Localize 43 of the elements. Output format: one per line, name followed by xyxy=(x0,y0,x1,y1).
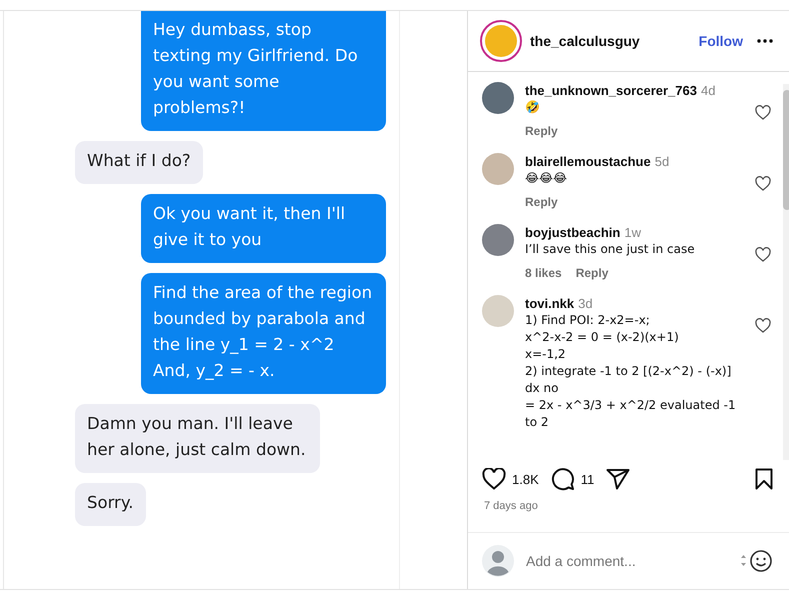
comment-text: 😂😂😂 xyxy=(525,170,568,187)
heart-icon[interactable] xyxy=(755,318,771,333)
bookmark-icon[interactable] xyxy=(755,468,773,490)
comment-text: 🤣 xyxy=(525,99,541,116)
reply-link[interactable]: Reply xyxy=(576,265,608,282)
received-message: Sorry. xyxy=(75,483,146,526)
comment-field[interactable]: Add a comment... xyxy=(524,552,729,570)
heart-icon[interactable] xyxy=(755,247,771,262)
sent-message: Hey dumbass, stop texting my Girlfriend. Do you want some problems?! xyxy=(141,11,386,131)
reply-link[interactable]: Reply xyxy=(525,194,558,211)
comment-username[interactable]: boyjustbeachin xyxy=(525,225,620,240)
comment-text: I’ll save this one just in case xyxy=(525,241,696,258)
profile-avatar[interactable] xyxy=(480,20,522,62)
post-time: 7 days ago xyxy=(483,499,539,514)
follow-button[interactable]: Follow xyxy=(698,33,743,49)
username[interactable]: the_calculusguy xyxy=(530,33,699,49)
heart-icon[interactable] xyxy=(755,176,771,191)
avatar-photo[interactable] xyxy=(482,224,514,256)
comment-likes[interactable]: 8 likes xyxy=(525,265,562,282)
reply-link[interactable]: Reply xyxy=(525,123,558,140)
send-icon[interactable] xyxy=(606,468,630,490)
sent-message: Find the area of the region bounded by parabola and the line y_1 = 2 - x^2 And, y_2 = - x. xyxy=(141,273,386,394)
received-message: What if I do? xyxy=(75,141,203,184)
comment-time: 3d xyxy=(578,296,593,311)
avatar-photo[interactable] xyxy=(482,82,514,114)
received-message: Damn you man. I'll leave her alone, just calm down. xyxy=(75,404,320,473)
like-count: 1.8K xyxy=(512,472,539,486)
more-options-icon[interactable] xyxy=(757,39,773,43)
scrollbar[interactable] xyxy=(783,84,789,460)
comment-time: 5d xyxy=(654,154,670,169)
comment-count: 11 xyxy=(580,472,594,486)
sent-message: Ok you want it, then I'll give it to you xyxy=(141,194,386,263)
heart-icon[interactable] xyxy=(755,105,771,120)
comment-username[interactable]: tovi.nkk xyxy=(525,296,574,311)
comment-username[interactable]: blairellemoustachue xyxy=(525,154,651,169)
comment-text: 1) Find POI: 2-x2=-x; x^2-x-2 = 0 = (x-2)(x+1) x=-1,2 2) integrate -1 to 2 [(2-x^2) - (-x)] dx no = 2x - x^3/3 + x^2/2 evaluated -1 to 2 xyxy=(525,312,737,431)
comment-username[interactable]: the_unknown_sorcerer_763 xyxy=(525,83,697,98)
user-avatar-icon xyxy=(482,545,514,577)
comment-icon[interactable] xyxy=(550,467,575,491)
comment-time: 4d xyxy=(700,83,716,98)
heart-icon[interactable] xyxy=(482,468,506,490)
emoji-icon[interactable] xyxy=(739,549,773,573)
comment-time: 1w xyxy=(624,225,641,240)
